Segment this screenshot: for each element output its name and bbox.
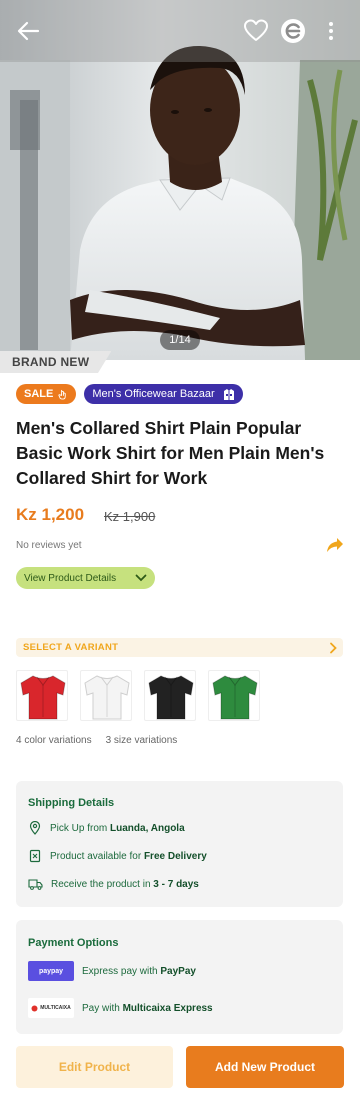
variant-swatch-red[interactable] bbox=[16, 670, 68, 721]
pickup-place: Luanda, Angola bbox=[110, 822, 185, 834]
multicaixa-text: Pay with Multicaixa Express bbox=[82, 1003, 213, 1014]
receive-row: Receive the product in 3 - 7 days bbox=[28, 877, 199, 891]
multicaixa-mark-icon bbox=[31, 1005, 38, 1011]
original-price: Kz 1,900 bbox=[104, 509, 156, 524]
receive-text: Receive the product in 3 - 7 days bbox=[51, 879, 199, 890]
e-logo-icon bbox=[281, 19, 305, 43]
shipping-title: Shipping Details bbox=[28, 797, 115, 809]
chevron-down-icon bbox=[135, 574, 147, 582]
view-product-details-button[interactable]: View Product Details bbox=[16, 567, 155, 589]
share-arrow-icon bbox=[327, 538, 343, 552]
delivery-row: Product available for Free Delivery bbox=[28, 849, 207, 863]
paypay-logo-text: paypay bbox=[38, 967, 64, 975]
share-button[interactable] bbox=[326, 537, 344, 558]
product-price: Kz 1,200 bbox=[16, 505, 85, 524]
shirt-store-icon bbox=[223, 388, 234, 400]
variation-summary: 4 color variations 3 size variations bbox=[16, 735, 177, 746]
back-button[interactable] bbox=[14, 17, 42, 45]
paypay-logo: paypay bbox=[28, 961, 74, 981]
heart-icon bbox=[244, 19, 268, 41]
variant-swatch-black[interactable] bbox=[144, 670, 196, 721]
variant-swatch-green[interactable] bbox=[208, 670, 260, 721]
paypay-name: PayPay bbox=[160, 965, 196, 977]
paypay-text: Express pay with PayPay bbox=[82, 966, 196, 977]
store-name: Men's Officewear Bazaar bbox=[92, 388, 215, 400]
reviews-text: No reviews yet bbox=[16, 540, 82, 551]
brand-logo-button[interactable] bbox=[280, 18, 306, 44]
pickup-row: Pick Up from Luanda, Angola bbox=[28, 821, 185, 835]
view-details-label: View Product Details bbox=[24, 572, 117, 584]
payment-title: Payment Options bbox=[28, 937, 119, 949]
image-counter: 1/14 bbox=[160, 330, 200, 350]
delivery-prefix: Product available for bbox=[50, 850, 144, 862]
shirt-icon bbox=[84, 675, 130, 720]
size-variations-count: 3 size variations bbox=[105, 735, 178, 746]
hand-pointer-icon bbox=[58, 389, 67, 400]
select-variant-label: SELECT A VARIANT bbox=[23, 642, 119, 653]
condition-tag: BRAND NEW bbox=[0, 351, 112, 373]
wishlist-button[interactable] bbox=[242, 17, 270, 45]
pickup-text: Pick Up from Luanda, Angola bbox=[50, 823, 185, 834]
edit-product-button[interactable]: Edit Product bbox=[16, 1046, 173, 1088]
truck-icon bbox=[28, 879, 43, 890]
select-variant-bar[interactable]: SELECT A VARIANT bbox=[16, 638, 343, 657]
shirt-icon bbox=[20, 675, 66, 720]
delivery-text: Product available for Free Delivery bbox=[50, 851, 207, 862]
multicaixa-name: Multicaixa Express bbox=[122, 1002, 213, 1014]
more-vertical-icon bbox=[329, 22, 333, 40]
multicaixa-prefix: Pay with bbox=[82, 1002, 123, 1014]
product-image[interactable]: 1/14 bbox=[0, 0, 360, 360]
variant-swatch-white[interactable] bbox=[80, 670, 132, 721]
product-page: 1/14 BRAND NEW SALE Men's Officewear Baz… bbox=[0, 0, 360, 1097]
paypay-prefix: Express pay with bbox=[82, 965, 161, 977]
shirt-icon bbox=[212, 675, 258, 720]
location-pin-icon bbox=[29, 821, 41, 835]
product-title: Men's Collared Shirt Plain Popular Basic… bbox=[16, 418, 325, 488]
arrow-left-icon bbox=[17, 21, 40, 41]
multicaixa-row: MULTICAIXA Pay with Multicaixa Express bbox=[28, 998, 213, 1018]
payment-options-card: Payment Options paypay Express pay with … bbox=[16, 920, 343, 1034]
store-badge[interactable]: Men's Officewear Bazaar bbox=[84, 384, 243, 404]
multicaixa-logo: MULTICAIXA bbox=[28, 998, 74, 1018]
sale-badge: SALE bbox=[16, 384, 77, 404]
add-new-product-button[interactable]: Add New Product bbox=[186, 1046, 344, 1088]
variant-swatches bbox=[16, 670, 260, 721]
delivery-box-icon bbox=[29, 849, 41, 863]
badge-row: SALE Men's Officewear Bazaar bbox=[16, 384, 243, 404]
delivery-value: Free Delivery bbox=[143, 850, 207, 862]
paypay-row: paypay Express pay with PayPay bbox=[28, 961, 196, 981]
image-top-bar bbox=[0, 0, 360, 62]
chevron-right-icon bbox=[330, 642, 337, 653]
receive-value: 3 - 7 days bbox=[153, 878, 199, 890]
shirt-icon bbox=[148, 675, 194, 720]
color-variations-count: 4 color variations bbox=[16, 735, 92, 746]
more-options-button[interactable] bbox=[322, 20, 340, 42]
shipping-details-card: Shipping Details Pick Up from Luanda, An… bbox=[16, 781, 343, 907]
sale-label: SALE bbox=[24, 388, 54, 400]
receive-prefix: Receive the product in bbox=[51, 878, 154, 890]
multicaixa-logo-text: MULTICAIXA bbox=[40, 1005, 71, 1011]
pickup-prefix: Pick Up from bbox=[50, 822, 111, 834]
